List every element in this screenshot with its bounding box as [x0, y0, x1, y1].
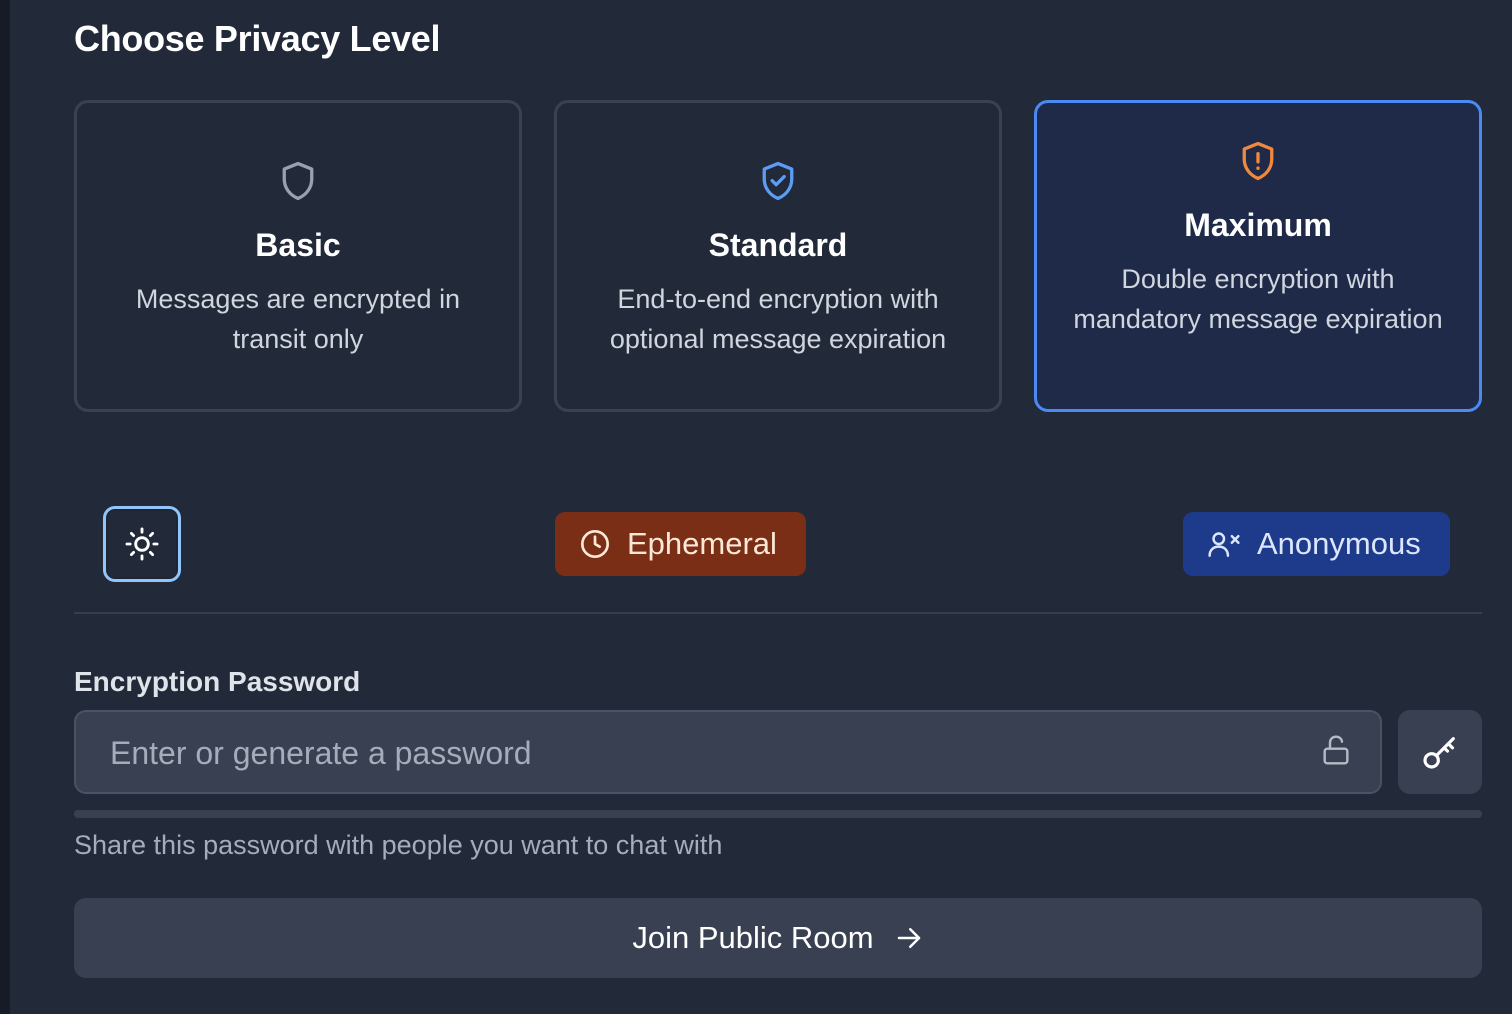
- password-input[interactable]: [108, 712, 1312, 794]
- sun-icon: [125, 527, 159, 561]
- privacy-option-description: Messages are encrypted in transit only: [135, 284, 461, 354]
- unlock-icon[interactable]: [1320, 732, 1352, 768]
- privacy-option-basic[interactable]: Basic Messages are encrypted in transit …: [74, 100, 522, 412]
- shield-check-icon: [762, 161, 794, 201]
- left-edge-strip: [0, 0, 10, 1014]
- privacy-option-title: Standard: [708, 227, 848, 263]
- privacy-option-title: Maximum: [1184, 207, 1332, 243]
- privacy-option-standard[interactable]: Standard End-to-end encryption with opti…: [554, 100, 1002, 412]
- anonymous-label: Anonymous: [1257, 526, 1421, 561]
- privacy-option-description: End-to-end encryption with optional mess…: [609, 284, 947, 354]
- privacy-option-title: Basic: [255, 227, 341, 263]
- anonymous-toggle[interactable]: Anonymous: [1183, 512, 1450, 576]
- section-heading: Choose Privacy Level: [74, 18, 441, 59]
- theme-toggle-button[interactable]: [103, 506, 181, 582]
- shield-icon: [282, 161, 314, 201]
- generate-password-button[interactable]: [1398, 710, 1482, 794]
- privacy-option-maximum[interactable]: Maximum Double encryption with mandatory…: [1034, 100, 1482, 412]
- join-room-button[interactable]: Join Public Room: [74, 898, 1482, 978]
- arrow-right-icon: [897, 928, 920, 948]
- privacy-option-description: Double encryption with mandatory message…: [1073, 264, 1443, 334]
- password-field: [74, 710, 1382, 794]
- password-hint: Share this password with people you want…: [74, 830, 723, 860]
- ephemeral-toggle[interactable]: Ephemeral: [555, 512, 806, 576]
- ephemeral-label: Ephemeral: [627, 526, 777, 561]
- section-divider: [74, 612, 1482, 614]
- clock-icon: [581, 530, 609, 558]
- password-label: Encryption Password: [74, 666, 361, 697]
- key-icon: [1423, 737, 1455, 769]
- shield-alert-icon: [1242, 141, 1274, 181]
- join-room-label: Join Public Room: [632, 920, 874, 955]
- privacy-settings-page: Choose Privacy Level Basic Messages are …: [0, 0, 1512, 1014]
- password-strength-bar: [74, 810, 1482, 818]
- privacy-level-options: Basic Messages are encrypted in transit …: [74, 100, 1482, 412]
- user-x-icon: [1208, 532, 1240, 558]
